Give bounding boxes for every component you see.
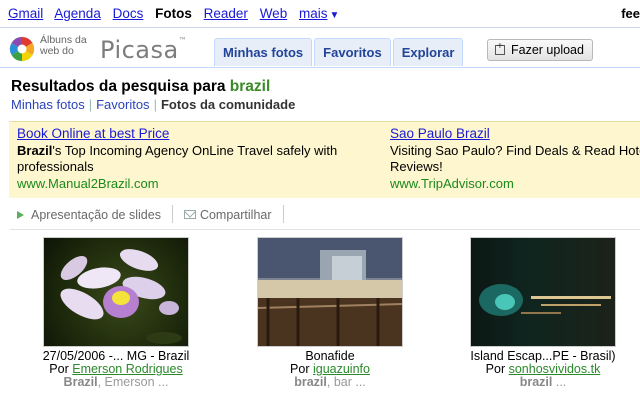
account-link[interactable]: fee [621, 6, 640, 21]
gbar-link-fotos: Fotos [155, 6, 192, 21]
results-actions: Apresentação de slides Compartilhar [17, 205, 295, 223]
action-divider [171, 205, 173, 223]
logo-subtitle: Álbuns da web do [40, 35, 87, 57]
upload-button-label: Fazer upload [511, 43, 584, 57]
photo-thumbnail[interactable] [43, 237, 189, 347]
results-title-prefix: Resultados da pesquisa para [11, 78, 230, 95]
gbar-more-menu[interactable]: mais [299, 6, 339, 21]
ad-body: Visiting Sao Paulo? Find Deals & Read Ho… [390, 143, 640, 176]
ad-url[interactable]: www.Manual2Brazil.com [17, 176, 367, 193]
action-divider [282, 205, 284, 223]
google-bar-links: Gmail Agenda Docs Fotos Reader Web mais [8, 6, 347, 21]
share-button[interactable]: Compartilhar [183, 208, 272, 222]
logo-subtitle-line2: web do [40, 45, 74, 57]
photo-result: Bonafide Por iguazuinfo brazil, bar ... [235, 237, 425, 389]
google-bar: Gmail Agenda Docs Fotos Reader Web mais … [0, 0, 640, 28]
photo-author-link[interactable]: iguazuinfo [313, 362, 370, 376]
results-query: brazil [229, 78, 271, 95]
gbar-link-gmail[interactable]: Gmail [8, 6, 43, 21]
main-tabs: Minhas fotos Favoritos Explorar [214, 38, 465, 68]
ad-body-text: 's Top Incoming Agency OnLine Travel saf… [17, 142, 338, 175]
breadcrumb-separator: | [153, 97, 157, 112]
photo-author-link[interactable]: sonhosvividos.tk [509, 362, 601, 376]
photo-author-prefix: Por [290, 362, 313, 376]
upload-icon [495, 41, 505, 55]
photo-tag-keyword: brazil [294, 375, 327, 389]
building-image [258, 238, 402, 346]
ad-item: Sao Paulo Brazil Visiting Sao Paulo? Fin… [390, 126, 640, 192]
photo-author-prefix: Por [485, 362, 509, 376]
slideshow-label: Apresentação de slides [31, 208, 161, 222]
ad-item: Book Online at best Price Brazil's Top I… [17, 126, 367, 192]
photo-tags: Brazil, Emerson ... [21, 376, 211, 389]
logo-brand: Picasa™ [100, 36, 188, 64]
breadcrumb-current: Fotos da comunidade [160, 97, 296, 112]
light-trails-image [479, 284, 611, 316]
photo-result: 27/05/2006 -... MG - Brazil Por Emerson … [21, 237, 211, 389]
photo-thumbnail[interactable] [470, 237, 616, 347]
share-label: Compartilhar [199, 208, 272, 222]
gbar-link-agenda[interactable]: Agenda [54, 6, 101, 21]
breadcrumb-favorites[interactable]: Favoritos [96, 97, 149, 112]
orchid-image [60, 249, 182, 344]
tab-minhas-fotos[interactable]: Minhas fotos [214, 38, 313, 66]
photo-thumbnail[interactable] [257, 237, 403, 347]
photo-tag-rest: , bar ... [326, 375, 366, 389]
ad-body-text: Visiting Sao Paulo? Find Deals & Read Ho… [390, 142, 640, 175]
ad-title-link[interactable]: Sao Paulo Brazil [390, 126, 640, 143]
gbar-link-reader[interactable]: Reader [204, 6, 248, 21]
play-icon [17, 211, 24, 219]
divider [10, 229, 640, 230]
tab-explorar[interactable]: Explorar [392, 38, 464, 66]
app-header: Álbuns da web do Picasa™ Minhas fotos Fav… [0, 28, 640, 68]
photo-tag-rest: , Emerson ... [97, 375, 169, 389]
photo-tag-keyword: Brazil [63, 375, 98, 389]
ad-url[interactable]: www.TripAdvisor.com [390, 176, 640, 193]
gbar-link-web[interactable]: Web [260, 6, 288, 21]
tab-favoritos[interactable]: Favoritos [314, 38, 391, 66]
ad-body: Brazil's Top Incoming Agency OnLine Trav… [17, 143, 367, 176]
results-title: Resultados da pesquisa para brazil [11, 78, 270, 96]
breadcrumb-my-photos[interactable]: Minhas fotos [11, 97, 85, 112]
ad-body-keyword: Brazil [17, 142, 53, 158]
breadcrumb: Minhas fotos | Favoritos | Fotos da comunida… [11, 97, 295, 112]
breadcrumb-separator: | [88, 97, 93, 112]
picasa-logo[interactable]: Álbuns da web do Picasa™ [8, 33, 187, 64]
ad-title-link[interactable]: Book Online at best Price [17, 126, 367, 143]
slideshow-button[interactable]: Apresentação de slides [17, 208, 161, 222]
envelope-icon [183, 210, 196, 219]
gbar-link-docs[interactable]: Docs [113, 6, 144, 21]
photo-tag-rest: ... [552, 375, 567, 389]
sponsored-ads: Book Online at best Price Brazil's Top I… [9, 121, 640, 198]
photo-result: Island Escap...PE - Brasil) Por sonhosvi… [448, 237, 638, 389]
photo-tags: brazil ... [448, 376, 638, 389]
photo-tags: brazil, bar ... [235, 376, 425, 389]
picasa-pinwheel-icon [9, 36, 35, 62]
logo-brand-text: Picasa [100, 36, 179, 64]
upload-button[interactable]: Fazer upload [487, 39, 593, 61]
photo-author-prefix: Por [49, 362, 73, 376]
photo-author-link[interactable]: Emerson Rodrigues [72, 362, 182, 376]
photo-tag-keyword: brazil [519, 375, 553, 389]
